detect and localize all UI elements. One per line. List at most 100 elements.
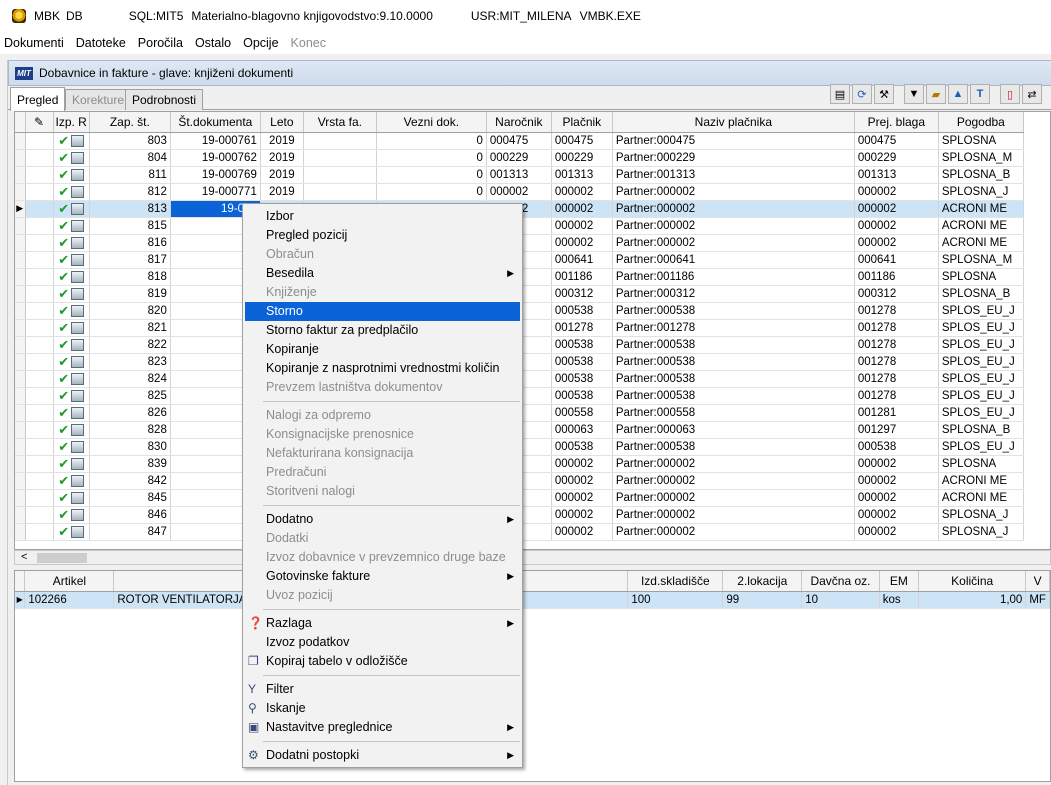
tab-pregled[interactable]: Pregled xyxy=(10,87,66,111)
table-row[interactable]: ✔ 804 19-000762 2019 0 000229 000229 Partner:00… xyxy=(15,149,1024,167)
cell-placnik[interactable]: 001313 xyxy=(551,166,613,184)
attachment-cell[interactable] xyxy=(25,268,54,286)
cell-pogodba[interactable]: SPLOSNA_M xyxy=(938,251,1024,269)
cell-placnik[interactable]: 001278 xyxy=(551,319,613,337)
cell-pogodba[interactable]: SPLOS_EU_J xyxy=(938,404,1024,422)
cell-prej-blaga[interactable]: 000229 xyxy=(854,149,939,167)
cell-naziv-placnika[interactable]: Partner:000002 xyxy=(612,506,855,524)
status-cell[interactable]: ✔ xyxy=(53,302,90,320)
cell-zap-st[interactable]: 845 xyxy=(89,489,171,507)
attachment-cell[interactable] xyxy=(25,166,54,184)
horizontal-scrollbar[interactable]: < xyxy=(14,550,1051,565)
attachment-cell[interactable] xyxy=(25,217,54,235)
row-indicator[interactable] xyxy=(15,149,26,167)
col-kolicina[interactable]: Količina xyxy=(918,571,1027,592)
cell-placnik[interactable]: 000538 xyxy=(551,302,613,320)
cell-placnik[interactable]: 000229 xyxy=(551,149,613,167)
filter-toolbar-icon[interactable]: ▼ xyxy=(904,84,924,104)
cell-davcna-oz[interactable]: 10 xyxy=(801,591,880,609)
cell-pogodba[interactable]: SPLOSNA_B xyxy=(938,166,1024,184)
row-indicator[interactable] xyxy=(15,489,26,507)
cell-placnik[interactable]: 000475 xyxy=(551,132,613,150)
cell-placnik[interactable]: 000538 xyxy=(551,370,613,388)
row-indicator[interactable] xyxy=(15,268,26,286)
row-indicator[interactable] xyxy=(15,438,26,456)
col-v[interactable]: V xyxy=(1025,571,1050,592)
cell-prej-blaga[interactable]: 000475 xyxy=(854,132,939,150)
cell-naziv-placnika[interactable]: Partner:000002 xyxy=(612,523,855,541)
status-cell[interactable]: ✔ xyxy=(53,489,90,507)
cell-placnik[interactable]: 000538 xyxy=(551,438,613,456)
cell-prej-blaga[interactable]: 001297 xyxy=(854,421,939,439)
cell-kolicina[interactable]: 1,00 xyxy=(918,591,1027,609)
cell-st-dokumenta[interactable]: 19-000771 xyxy=(170,183,261,201)
attachment-cell[interactable] xyxy=(25,404,54,422)
table-row[interactable]: ✔ 811 19-000769 2019 0 001313 001313 Partner:00… xyxy=(15,166,1024,184)
menu-item-dodatni-postopki[interactable]: ⚙ Dodatni postopki ▶ xyxy=(245,746,520,765)
menu-porocila[interactable]: Poročila xyxy=(132,36,189,50)
cell-pogodba[interactable]: SPLOS_EU_J xyxy=(938,319,1024,337)
documents-grid[interactable]: ✎ Izp. R Zap. št. Št.dokumenta Leto Vrst… xyxy=(14,111,1051,550)
cell-pogodba[interactable]: ACRONI ME xyxy=(938,200,1024,218)
positions-grid[interactable]: Artikel v 2 Izd.skladišče 2.lokacija Dav… xyxy=(14,570,1051,782)
cell-placnik[interactable]: 000002 xyxy=(551,506,613,524)
cell-zap-st[interactable]: 826 xyxy=(89,404,171,422)
col-pogodba[interactable]: Pogodba xyxy=(938,112,1024,133)
attachment-cell[interactable] xyxy=(25,455,54,473)
status-cell[interactable]: ✔ xyxy=(53,387,90,405)
row-indicator[interactable] xyxy=(15,353,26,371)
cell-placnik[interactable]: 000002 xyxy=(551,455,613,473)
status-cell[interactable]: ✔ xyxy=(53,523,90,541)
status-cell[interactable]: ✔ xyxy=(53,234,90,252)
cell-naziv-placnika[interactable]: Partner:000002 xyxy=(612,489,855,507)
attachment-cell[interactable] xyxy=(25,336,54,354)
menu-item-storno[interactable]: Storno xyxy=(245,302,520,321)
attachment-cell[interactable] xyxy=(25,200,54,218)
cell-leto[interactable]: 2019 xyxy=(260,149,304,167)
attachment-cell[interactable] xyxy=(25,506,54,524)
cell-narocnik[interactable]: 001313 xyxy=(486,166,552,184)
cell-placnik[interactable]: 000312 xyxy=(551,285,613,303)
status-cell[interactable]: ✔ xyxy=(53,268,90,286)
status-cell[interactable]: ✔ xyxy=(53,421,90,439)
row-indicator[interactable] xyxy=(15,251,26,269)
cell-placnik[interactable]: 000002 xyxy=(551,489,613,507)
table-row[interactable]: ✔ 812 19-000771 2019 0 000002 000002 Partner:00… xyxy=(15,183,1024,201)
cell-prej-blaga[interactable]: 000002 xyxy=(854,455,939,473)
cell-prej-blaga[interactable]: 000002 xyxy=(854,183,939,201)
cell-prej-blaga[interactable]: 000002 xyxy=(854,200,939,218)
cell-vezni-dok[interactable]: 0 xyxy=(376,183,487,201)
cell-zap-st[interactable]: 803 xyxy=(89,132,171,150)
row-indicator[interactable] xyxy=(15,506,26,524)
cell-prej-blaga[interactable]: 000002 xyxy=(854,506,939,524)
col-narocnik[interactable]: Naročnik xyxy=(486,112,552,133)
cell-prej-blaga[interactable]: 001278 xyxy=(854,387,939,405)
cell-placnik[interactable]: 001186 xyxy=(551,268,613,286)
cell-naziv-placnika[interactable]: Partner:000538 xyxy=(612,438,855,456)
attachment-cell[interactable] xyxy=(25,319,54,337)
cell-prej-blaga[interactable]: 000641 xyxy=(854,251,939,269)
cell-zap-st[interactable]: 813 xyxy=(89,200,171,218)
scroll-left-icon[interactable]: < xyxy=(21,551,27,563)
row-indicator[interactable] xyxy=(15,370,26,388)
col-izd-skladisce[interactable]: Izd.skladišče xyxy=(627,571,724,592)
cell-pogodba[interactable]: SPLOS_EU_J xyxy=(938,370,1024,388)
menu-item-izbor[interactable]: Izbor xyxy=(245,207,520,226)
cell-naziv-placnika[interactable]: Partner:000641 xyxy=(612,251,855,269)
cell-zap-st[interactable]: 811 xyxy=(89,166,171,184)
row-indicator[interactable] xyxy=(15,132,26,150)
attachment-cell[interactable] xyxy=(25,183,54,201)
cell-prej-blaga[interactable]: 000002 xyxy=(854,523,939,541)
cell-leto[interactable]: 2019 xyxy=(260,132,304,150)
cell-naziv-placnika[interactable]: Partner:000002 xyxy=(612,472,855,490)
cell-artikel[interactable]: 102266 xyxy=(24,591,115,609)
status-cell[interactable]: ✔ xyxy=(53,149,90,167)
menu-item-kopiranje-z-nasprotnimi-vrednostmi-kolicin[interactable]: Kopiranje z nasprotnimi vrednostmi količ… xyxy=(245,359,520,378)
row-indicator[interactable] xyxy=(15,319,26,337)
cell-pogodba[interactable]: SPLOS_EU_J xyxy=(938,387,1024,405)
cell-pogodba[interactable]: SPLOSNA xyxy=(938,132,1024,150)
menu-opcije[interactable]: Opcije xyxy=(237,36,284,50)
attachment-header-icon[interactable]: ✎ xyxy=(25,112,54,133)
cell-zap-st[interactable]: 812 xyxy=(89,183,171,201)
scroll-thumb[interactable] xyxy=(37,553,87,563)
